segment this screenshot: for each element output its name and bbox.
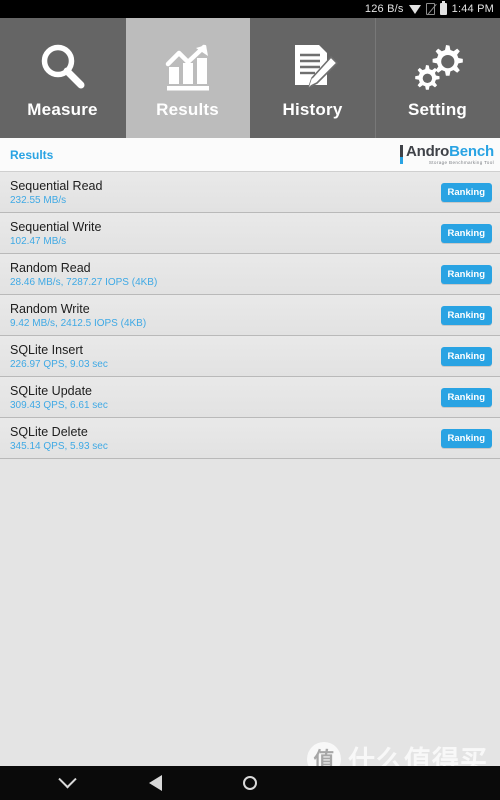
page-title: Results bbox=[10, 147, 54, 162]
status-bar: 126 B/s 1:44 PM bbox=[0, 0, 500, 18]
document-pencil-icon bbox=[287, 36, 339, 98]
result-value: 102.47 MB/s bbox=[10, 235, 67, 247]
wifi-triangle-icon bbox=[408, 4, 421, 14]
tab-history[interactable]: History bbox=[250, 18, 375, 138]
result-title: Sequential Write bbox=[10, 219, 102, 234]
result-title: SQLite Delete bbox=[10, 424, 88, 439]
ranking-button[interactable]: Ranking bbox=[440, 182, 492, 202]
home-circle-icon[interactable] bbox=[233, 766, 267, 800]
android-nav-bar bbox=[0, 766, 500, 800]
tab-label-setting: Setting bbox=[407, 100, 467, 119]
table-row: Sequential Read 232.55 MB/s Ranking bbox=[0, 172, 500, 213]
bar-chart-arrow-icon bbox=[162, 36, 214, 98]
result-value: 9.42 MB/s, 2412.5 IOPS (4KB) bbox=[10, 317, 147, 329]
ranking-button[interactable]: Ranking bbox=[440, 305, 492, 325]
chevron-down-icon[interactable] bbox=[50, 766, 84, 800]
ranking-button[interactable]: Ranking bbox=[440, 223, 492, 243]
logo-name-part1: Andro bbox=[405, 142, 450, 160]
result-title: SQLite Insert bbox=[10, 342, 83, 357]
result-title: Random Read bbox=[10, 260, 91, 275]
tab-results[interactable]: Results bbox=[125, 18, 250, 138]
sim-disabled-icon bbox=[425, 3, 435, 15]
result-value: 345.14 QPS, 5.93 sec bbox=[10, 440, 108, 452]
result-title: SQLite Update bbox=[10, 383, 92, 398]
result-value: 232.55 MB/s bbox=[10, 194, 67, 206]
logo-bar-icon bbox=[399, 145, 403, 164]
results-list: Sequential Read 232.55 MB/s Ranking Sequent… bbox=[0, 172, 500, 459]
back-triangle-icon[interactable] bbox=[138, 766, 172, 800]
table-row: SQLite Delete 345.14 QPS, 5.93 sec Ranking bbox=[0, 418, 500, 459]
result-title: Random Write bbox=[10, 301, 90, 316]
table-row: Random Read 28.46 MB/s, 7287.27 IOPS (4KB… bbox=[0, 254, 500, 295]
main-tab-bar: Measure Results History Setting bbox=[0, 18, 500, 138]
ranking-button[interactable]: Ranking bbox=[440, 428, 492, 448]
tab-setting[interactable]: Setting bbox=[375, 18, 500, 138]
tab-measure[interactable]: Measure bbox=[0, 18, 125, 138]
table-row: Random Write 9.42 MB/s, 2412.5 IOPS (4KB)… bbox=[0, 295, 500, 336]
tab-label-measure: Measure bbox=[27, 100, 98, 119]
table-row: SQLite Update 309.43 QPS, 6.61 sec Ranking bbox=[0, 377, 500, 418]
logo-name-part2: Bench bbox=[449, 142, 494, 160]
tab-label-results: Results bbox=[156, 100, 219, 119]
ranking-button[interactable]: Ranking bbox=[440, 387, 492, 407]
gears-icon bbox=[411, 36, 465, 98]
androbench-logo: AndroBench Storage Benchmarking Tool bbox=[399, 142, 494, 166]
logo-tagline: Storage Benchmarking Tool bbox=[428, 159, 494, 165]
table-row: SQLite Insert 226.97 QPS, 9.03 sec Ranking bbox=[0, 336, 500, 377]
clock-text: 1:44 PM bbox=[451, 3, 494, 15]
result-title: Sequential Read bbox=[10, 178, 103, 193]
magnifier-icon bbox=[37, 36, 89, 98]
results-subheader: Results AndroBench Storage Benchmarking … bbox=[0, 138, 500, 172]
result-value: 309.43 QPS, 6.61 sec bbox=[10, 399, 108, 411]
tab-label-history: History bbox=[282, 100, 343, 119]
result-value: 226.97 QPS, 9.03 sec bbox=[10, 358, 108, 370]
network-speed-text: 126 B/s bbox=[364, 3, 404, 15]
result-value: 28.46 MB/s, 7287.27 IOPS (4KB) bbox=[10, 276, 158, 288]
battery-icon bbox=[439, 1, 447, 15]
table-row: Sequential Write 102.47 MB/s Ranking bbox=[0, 213, 500, 254]
ranking-button[interactable]: Ranking bbox=[440, 346, 492, 366]
ranking-button[interactable]: Ranking bbox=[440, 264, 492, 284]
